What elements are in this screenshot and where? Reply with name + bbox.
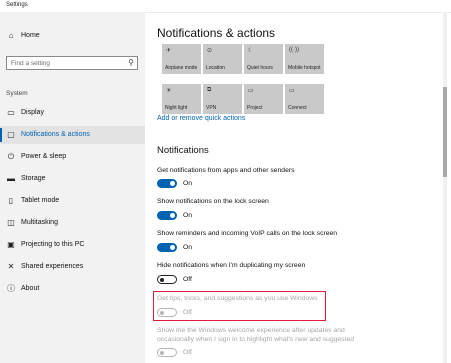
home-icon: ⌂ — [8, 31, 14, 40]
sidebar-item-label: Power & sleep — [21, 153, 67, 160]
window-title: Settings — [6, 2, 28, 8]
section-label: System — [6, 90, 28, 97]
setting-label-line2: occasionally when I sign in to highlight… — [157, 336, 355, 343]
toggle-knob — [160, 310, 164, 315]
toggle-state: On — [183, 244, 193, 251]
sidebar-item-label: Storage — [21, 175, 46, 182]
notifications-icon: ▢ — [7, 130, 15, 139]
sidebar-item-multitasking[interactable]: ◫ Multitasking — [0, 214, 145, 232]
hide-when-duplicating-toggle[interactable] — [157, 275, 177, 284]
sidebar-item-notifications[interactable]: ▢ Notifications & actions — [0, 126, 145, 144]
setting-label: Get notifications from apps and other se… — [157, 167, 295, 174]
vpn-icon: ⧉ — [207, 87, 212, 93]
display-icon: ▭ — [7, 108, 15, 117]
toggle-knob — [170, 245, 175, 250]
connect-icon: ▭ — [289, 88, 295, 94]
tile-label: Mobile hotspot — [288, 65, 321, 71]
search-icon[interactable]: ⚲ — [128, 58, 134, 67]
sidebar-item-tablet-mode[interactable]: ▯ Tablet mode — [0, 192, 145, 210]
tablet-mode-icon: ▯ — [8, 196, 14, 205]
sidebar-item-label: Display — [21, 109, 44, 116]
toggle-knob — [160, 350, 164, 355]
sidebar-item-power[interactable]: ⏻ Power & sleep — [0, 148, 145, 166]
sidebar-item-label: Multitasking — [21, 219, 58, 226]
scrollbar-track[interactable] — [443, 12, 447, 363]
sidebar-item-label: About — [21, 285, 40, 292]
sidebar-item-label: Notifications & actions — [21, 131, 90, 138]
setting-label: Hide notifications when I'm duplicating … — [157, 262, 306, 269]
sidebar-item-display[interactable]: ▭ Display — [0, 104, 145, 122]
quick-action-vpn[interactable]: ⧉ VPN — [203, 84, 242, 114]
voip-reminders-toggle[interactable] — [157, 243, 177, 252]
sidebar-item-shared-experiences[interactable]: ✕ Shared experiences — [0, 258, 145, 276]
sidebar-item-label: Shared experiences — [21, 263, 84, 270]
storage-icon: ▬ — [7, 174, 15, 183]
lock-screen-notifications-toggle[interactable] — [157, 211, 177, 220]
sidebar-item-about[interactable]: ⓘ About — [0, 280, 145, 298]
quick-action-quiet-hours[interactable]: ☾ Quiet hours — [244, 44, 283, 74]
power-icon: ⏻ — [7, 152, 15, 161]
tips-tricks-toggle[interactable] — [157, 308, 177, 317]
sidebar: ⌂ Home Find a setting ⚲ System ▭ Display… — [0, 12, 145, 363]
toggle-state: Off — [183, 276, 192, 283]
projecting-icon: ▣ — [7, 240, 15, 249]
shared-experiences-icon: ✕ — [7, 262, 15, 271]
location-icon: ⊙ — [207, 48, 213, 54]
page-title: Notifications & actions — [157, 26, 276, 40]
quick-action-project[interactable]: ▭ Project — [244, 84, 283, 114]
toggle-state: Off — [183, 309, 192, 316]
sidebar-item-label: Home — [21, 32, 40, 39]
tile-label: Airplane mode — [165, 65, 198, 71]
setting-label: Get tips, tricks, and suggestions as you… — [157, 295, 318, 302]
project-icon: ▭ — [248, 88, 254, 94]
tile-label: Quiet hours — [247, 65, 273, 71]
toggle-state: On — [183, 212, 193, 219]
sidebar-item-projecting[interactable]: ▣ Projecting to this PC — [0, 236, 145, 254]
app-notifications-toggle[interactable] — [157, 179, 177, 188]
multitasking-icon: ◫ — [7, 218, 15, 227]
night-light-icon: ☀ — [166, 88, 172, 94]
hotspot-icon: ((·)) — [289, 47, 299, 53]
tile-label: Project — [247, 105, 263, 111]
tile-label: VPN — [206, 105, 217, 111]
sidebar-item-label: Tablet mode — [21, 197, 60, 204]
tile-label: Night light — [165, 105, 188, 111]
airplane-icon: ✈ — [166, 48, 172, 54]
about-icon: ⓘ — [7, 284, 15, 293]
quick-actions-grid: ✈ Airplane mode ⊙ Location ☾ Quiet hours… — [162, 44, 334, 116]
quick-action-airplane-mode[interactable]: ✈ Airplane mode — [162, 44, 201, 74]
notifications-heading: Notifications — [157, 145, 209, 156]
main-content: Notifications & actions ✈ Airplane mode … — [145, 12, 451, 363]
setting-label: Show reminders and incoming VoIP calls o… — [157, 230, 338, 237]
quick-action-mobile-hotspot[interactable]: ((·)) Mobile hotspot — [285, 44, 324, 74]
scrollbar-thumb[interactable] — [443, 87, 447, 177]
selection-indicator — [0, 128, 2, 142]
quick-action-connect[interactable]: ▭ Connect — [285, 84, 324, 114]
setting-label: Show notifications on the lock screen — [157, 198, 269, 205]
toggle-knob — [160, 277, 164, 282]
search-placeholder: Find a setting — [11, 60, 51, 67]
quick-action-night-light[interactable]: ☀ Night light — [162, 84, 201, 114]
toggle-state: On — [183, 180, 193, 187]
sidebar-item-home[interactable]: ⌂ Home — [0, 27, 145, 45]
add-remove-quick-actions-link[interactable]: Add or remove quick actions — [157, 115, 245, 122]
toggle-state: Off — [183, 349, 192, 356]
search-input[interactable]: Find a setting ⚲ — [6, 56, 138, 70]
sidebar-item-label: Projecting to this PC — [21, 241, 85, 248]
toggle-knob — [170, 213, 175, 218]
quick-action-location[interactable]: ⊙ Location — [203, 44, 242, 74]
tile-label: Connect — [288, 105, 307, 111]
toggle-knob — [170, 181, 175, 186]
welcome-experience-toggle[interactable] — [157, 348, 177, 357]
tile-label: Location — [206, 65, 225, 71]
moon-icon: ☾ — [248, 48, 254, 54]
setting-label: Show me the Windows welcome experience a… — [157, 327, 345, 334]
sidebar-item-storage[interactable]: ▬ Storage — [0, 170, 145, 188]
